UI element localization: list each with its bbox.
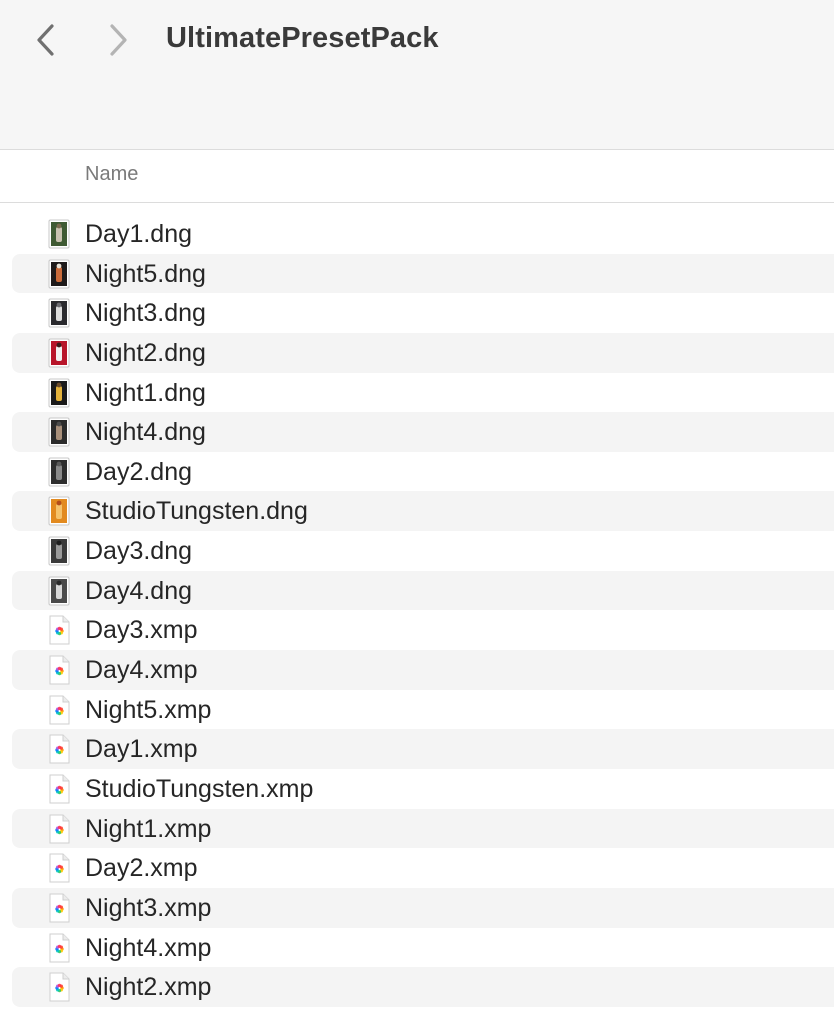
file-name: Night3.dng — [85, 299, 206, 328]
file-row[interactable]: StudioTungsten.xmp — [12, 769, 834, 809]
photos-document-icon — [47, 933, 71, 963]
file-row[interactable]: Day1.xmp — [12, 729, 834, 769]
file-name: Night5.dng — [85, 259, 206, 288]
file-name: StudioTungsten.dng — [85, 497, 308, 526]
file-row[interactable]: Day2.dng — [12, 452, 834, 492]
photos-document-icon — [47, 695, 71, 725]
photos-document-icon — [47, 853, 71, 883]
file-row[interactable]: Day2.xmp — [12, 848, 834, 888]
file-name: Night4.dng — [85, 418, 206, 447]
file-name: Night1.dng — [85, 378, 206, 407]
file-row[interactable]: Day1.dng — [12, 214, 834, 254]
file-name: Night3.xmp — [85, 893, 212, 922]
photos-document-icon — [47, 972, 71, 1002]
image-file-icon — [47, 536, 71, 566]
file-row[interactable]: StudioTungsten.dng — [12, 491, 834, 532]
file-row[interactable]: Night5.dng — [12, 253, 834, 294]
file-name: Night4.xmp — [85, 933, 212, 962]
photos-document-icon — [47, 615, 71, 645]
file-row[interactable]: Night3.dng — [12, 293, 834, 333]
image-file-icon — [47, 417, 71, 447]
image-file-icon — [47, 496, 71, 526]
file-name: Day1.xmp — [85, 735, 198, 764]
photos-document-icon — [47, 893, 71, 923]
image-file-icon — [47, 378, 71, 408]
file-name: Day3.xmp — [85, 616, 198, 645]
file-row[interactable]: Night3.xmp — [12, 887, 834, 928]
file-name: Day2.dng — [85, 457, 193, 486]
finder-toolbar: UltimatePresetPack — [0, 0, 834, 150]
image-file-icon — [47, 338, 71, 368]
file-name: Night5.xmp — [85, 695, 212, 724]
image-file-icon — [47, 259, 71, 289]
image-file-icon — [47, 576, 71, 606]
back-button[interactable] — [26, 18, 66, 62]
file-row[interactable]: Night1.dng — [12, 373, 834, 413]
file-name: Night2.xmp — [85, 973, 212, 1002]
photos-document-icon — [47, 734, 71, 764]
file-row[interactable]: Night2.dng — [12, 332, 834, 373]
file-row[interactable]: Night2.xmp — [12, 967, 834, 1007]
file-row[interactable]: Night4.xmp — [12, 928, 834, 968]
file-name: Day2.xmp — [85, 854, 198, 883]
photos-document-icon — [47, 655, 71, 685]
image-file-icon — [47, 457, 71, 487]
file-row[interactable]: Day3.xmp — [12, 610, 834, 650]
file-row[interactable]: Day4.dng — [12, 570, 834, 611]
file-name: StudioTungsten.xmp — [85, 774, 314, 803]
file-list: Day1.dng Night5.dng Night3.dng Night2.dng Ni… — [12, 214, 834, 1007]
list-header: Name — [0, 150, 834, 203]
file-row[interactable]: Night1.xmp — [12, 808, 834, 849]
chevron-left-icon — [37, 24, 54, 56]
name-column-header[interactable]: Name — [85, 163, 138, 186]
file-row[interactable]: Night4.dng — [12, 412, 834, 452]
window-title: UltimatePresetPack — [166, 22, 439, 54]
file-name: Day4.xmp — [85, 656, 198, 685]
file-name: Day3.dng — [85, 537, 193, 566]
image-file-icon — [47, 298, 71, 328]
file-row[interactable]: Day3.dng — [12, 531, 834, 571]
file-name: Night1.xmp — [85, 814, 212, 843]
image-file-icon — [47, 219, 71, 249]
file-row[interactable]: Day4.xmp — [12, 650, 834, 690]
forward-button[interactable] — [98, 18, 138, 62]
file-row[interactable]: Night5.xmp — [12, 690, 834, 730]
photos-document-icon — [47, 814, 71, 844]
file-name: Day1.dng — [85, 220, 193, 248]
photos-document-icon — [47, 774, 71, 804]
file-name: Night2.dng — [85, 338, 206, 367]
chevron-right-icon — [110, 24, 127, 56]
file-name: Day4.dng — [85, 576, 193, 605]
